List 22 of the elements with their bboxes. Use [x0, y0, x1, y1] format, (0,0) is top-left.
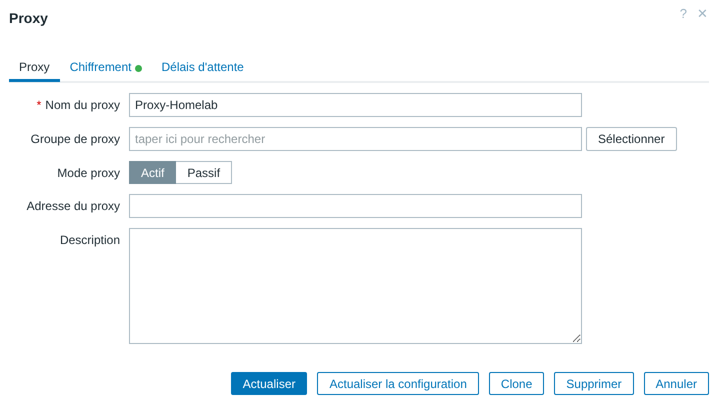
field-label: Mode proxy — [57, 166, 120, 180]
field-label: Groupe de proxy — [30, 132, 120, 146]
action-button[interactable]: Clone — [488, 372, 544, 395]
action-button[interactable]: Actualiser — [230, 372, 308, 395]
description-textarea[interactable] — [129, 228, 582, 344]
text-field[interactable]: Proxy-Homelab — [129, 93, 582, 117]
tab[interactable]: Délais d'attente — [152, 55, 254, 82]
action-button[interactable]: Annuler — [644, 372, 709, 395]
mode-toggle-option[interactable]: Actif — [129, 161, 176, 184]
required-asterisk: * — [36, 98, 42, 112]
tab[interactable]: Proxy — [9, 55, 60, 82]
dialog-title: Proxy — [9, 10, 48, 26]
field-label: Description — [60, 233, 120, 247]
tab[interactable]: Chiffrement — [60, 55, 142, 82]
select-button[interactable]: Sélectionner — [586, 127, 677, 151]
mode-toggle-option[interactable]: Passif — [176, 161, 232, 184]
text-field[interactable] — [129, 194, 582, 218]
field-label: Nom du proxy — [45, 98, 120, 112]
action-button[interactable]: Actualiser la configuration — [317, 372, 479, 395]
field-label: Adresse du proxy — [26, 199, 120, 213]
action-button[interactable]: Supprimer — [554, 372, 634, 395]
search-field[interactable]: taper ici pour rechercher — [129, 127, 582, 151]
